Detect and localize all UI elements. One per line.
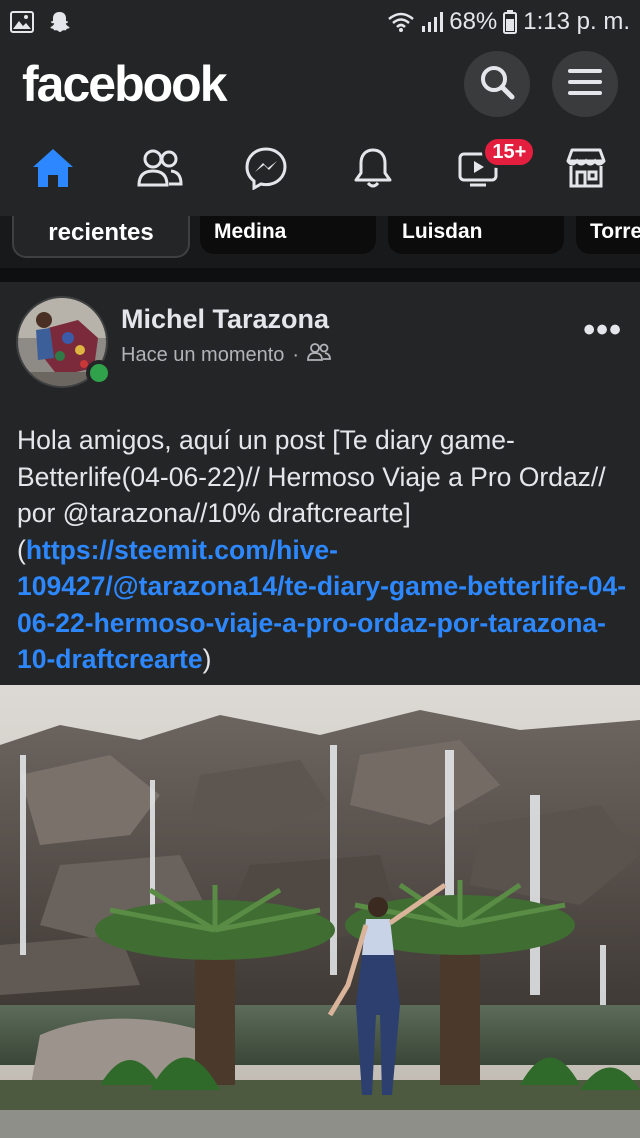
- tab-watch[interactable]: 15+: [426, 124, 537, 216]
- tab-marketplace[interactable]: [533, 124, 640, 216]
- post-text: Hola amigos, aquí un post [Te diary game…: [17, 422, 627, 678]
- story-name: Medina: [214, 220, 287, 243]
- messenger-icon: [244, 146, 288, 195]
- wifi-icon: [387, 11, 415, 33]
- status-bar: 68% 1:13 p. m.: [0, 0, 640, 44]
- tab-notifications[interactable]: [320, 124, 427, 216]
- signal-icon: [421, 11, 444, 33]
- story-recent[interactable]: recientes: [12, 216, 190, 258]
- story-name: Luisdan: [402, 220, 483, 243]
- feed-divider: [0, 268, 640, 282]
- post-options-button[interactable]: •••: [583, 313, 622, 347]
- friends-icon: [137, 148, 183, 193]
- watch-badge: 15+: [482, 136, 537, 168]
- battery-icon: [503, 10, 518, 34]
- friends-icon: [307, 342, 331, 368]
- online-indicator: [86, 360, 112, 386]
- post-time[interactable]: Hace un momento: [121, 344, 284, 367]
- main-nav: 15+: [0, 124, 640, 216]
- post-photo[interactable]: [0, 685, 640, 1138]
- tab-messenger[interactable]: [213, 124, 320, 216]
- battery-percent: 68%: [449, 8, 498, 35]
- bell-icon: [353, 146, 393, 195]
- post-author[interactable]: Michel Tarazona: [121, 304, 329, 335]
- post-body-end: ): [202, 644, 212, 674]
- tab-home[interactable]: [0, 124, 107, 216]
- tab-friends[interactable]: [107, 124, 214, 216]
- search-icon: [478, 63, 516, 106]
- menu-icon: [566, 66, 604, 103]
- clock: 1:13 p. m.: [523, 8, 630, 35]
- feed-post: Michel Tarazona Hace un momento · ••• Ho…: [0, 282, 640, 1138]
- story-card[interactable]: Luisdan: [388, 216, 564, 254]
- post-meta: Hace un momento ·: [121, 342, 331, 368]
- snapchat-icon: [48, 10, 72, 34]
- menu-button[interactable]: [552, 51, 618, 117]
- story-recent-label: recientes: [48, 219, 154, 246]
- post-link[interactable]: https://steemit.com/hive-109427/@tarazon…: [17, 535, 626, 675]
- home-icon: [31, 147, 75, 194]
- meta-separator: ·: [292, 343, 300, 366]
- story-card[interactable]: Medina: [200, 216, 376, 254]
- image-icon: [10, 11, 34, 33]
- facebook-logo[interactable]: facebook: [22, 55, 228, 113]
- story-card[interactable]: Torre: [576, 216, 640, 254]
- app-header: facebook: [0, 44, 640, 124]
- search-button[interactable]: [464, 51, 530, 117]
- stories-strip: recientes Medina Luisdan Torre: [0, 216, 640, 272]
- story-name: Torre: [590, 220, 640, 243]
- store-icon: [564, 147, 608, 194]
